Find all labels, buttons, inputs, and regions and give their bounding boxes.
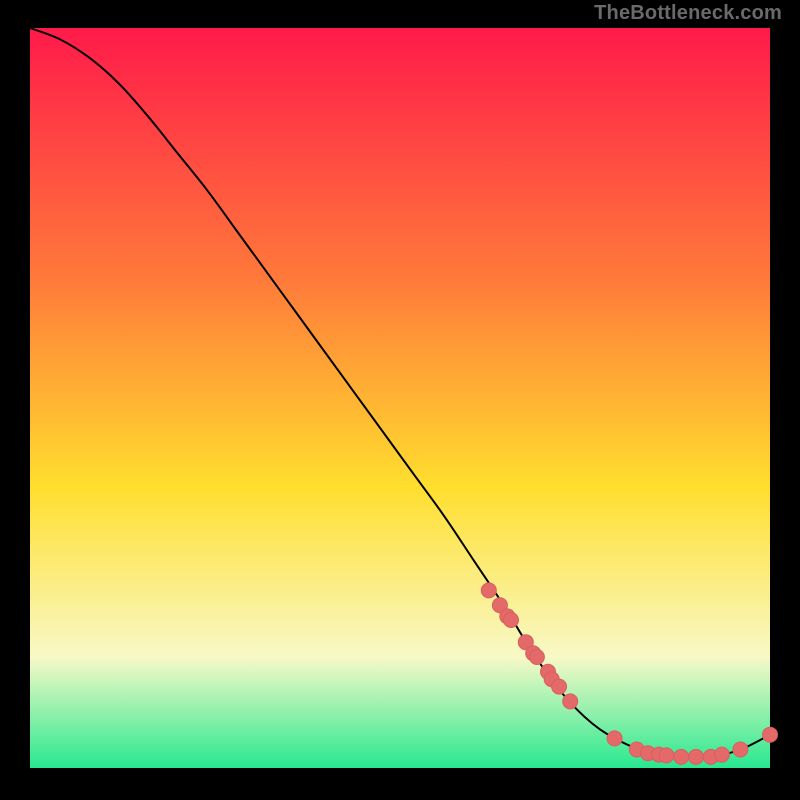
data-point [714, 747, 729, 762]
data-point [733, 742, 748, 757]
chart-stage: TheBottleneck.com [0, 0, 800, 800]
data-point [763, 727, 778, 742]
data-point [659, 748, 674, 763]
data-point [607, 731, 622, 746]
chart-svg [0, 0, 800, 800]
data-point [674, 749, 689, 764]
data-point [529, 650, 544, 665]
data-point [552, 679, 567, 694]
plot-gradient-background [30, 28, 770, 768]
data-point [689, 749, 704, 764]
data-point [481, 583, 496, 598]
data-point [563, 694, 578, 709]
data-point [504, 613, 519, 628]
